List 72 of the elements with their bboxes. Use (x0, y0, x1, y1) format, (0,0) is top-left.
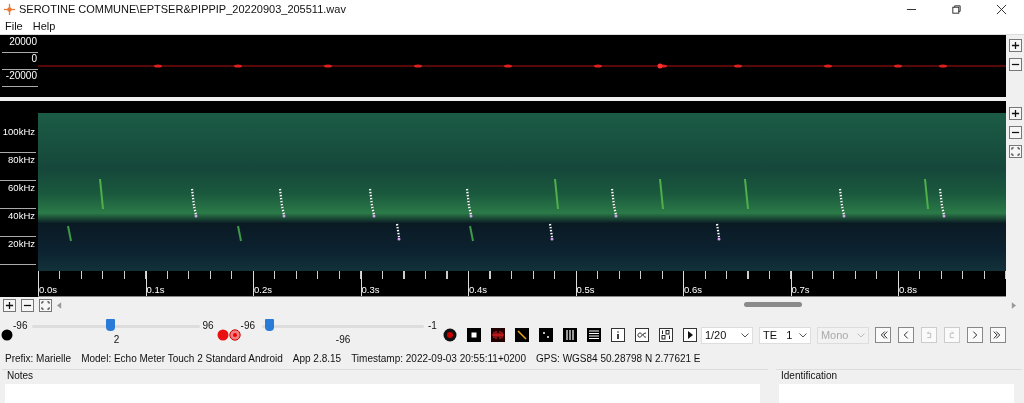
caret-icon (798, 332, 807, 338)
plus-icon (1010, 109, 1020, 118)
metadata-text: Timestamp: 2022-09-03 20:55:11+0200 (351, 352, 526, 364)
curve-icon[interactable] (634, 328, 649, 342)
scrollbar-thumb[interactable] (743, 302, 802, 307)
frequency-label: 80kHz (0, 153, 36, 181)
caret-icon (856, 332, 865, 338)
zoom-in-button[interactable] (1008, 107, 1022, 120)
plus-icon (1010, 41, 1020, 50)
plus-icon (5, 300, 14, 310)
metadata-text: App 2.8.15 (292, 352, 342, 364)
slider-max-label: -1 (428, 320, 437, 331)
metadata-text: GPS: WGS84 50.28798 N 2.77621 E (535, 352, 701, 364)
metadata-text: Prefix: Marielle (5, 352, 72, 364)
first-button[interactable] (874, 327, 891, 343)
next-button[interactable] (966, 327, 983, 343)
dropdown[interactable]: 1/20 (700, 326, 753, 344)
group-title: Notes (6, 370, 35, 382)
slider[interactable]: 2 (32, 316, 201, 346)
time-label: 0.6s (684, 284, 702, 295)
caret-icon (740, 332, 749, 338)
zoom-in-button[interactable] (1008, 39, 1022, 52)
slider-min-label: -96 (240, 320, 256, 331)
zoom-out-button[interactable] (1008, 126, 1022, 139)
menu-item[interactable]: Help (32, 20, 56, 32)
frequency-label: 100kHz (0, 125, 36, 153)
info-icon[interactable] (610, 328, 625, 342)
target-icon[interactable] (228, 329, 241, 341)
slider-min-label: -96 (13, 320, 28, 331)
fit-button[interactable] (1008, 145, 1022, 158)
slider-max-label: 96 (202, 320, 214, 331)
horizontal-lines-icon[interactable] (586, 328, 601, 342)
record-icon[interactable] (442, 328, 457, 342)
dropdown[interactable]: TE 1 (758, 326, 811, 344)
close-icon[interactable] (996, 3, 1007, 15)
zoom-out-button[interactable] (21, 298, 34, 312)
diagonal-line-icon[interactable] (514, 328, 529, 342)
zoom-in-button[interactable] (3, 298, 16, 312)
slider[interactable]: -96 (262, 316, 425, 346)
slider-value: 2 (112, 334, 121, 345)
frequency-label: 60kHz (0, 181, 36, 209)
filled-circle-icon[interactable] (1, 329, 13, 341)
time-label: 0.8s (899, 284, 917, 295)
time-label: 0.1s (146, 284, 165, 295)
menu-item[interactable]: File (5, 20, 23, 32)
frequency-label: 40kHz (0, 209, 36, 237)
binary-icon[interactable] (658, 328, 673, 342)
time-label: 0.4s (469, 284, 487, 295)
group-title: Identification (780, 370, 839, 382)
slider-thumb[interactable] (105, 319, 115, 331)
prev-button[interactable] (897, 327, 914, 343)
waveform-icon[interactable] (490, 328, 505, 342)
play-icon[interactable] (682, 328, 697, 342)
frequency-label: 20kHz (0, 237, 36, 265)
stop-icon[interactable] (466, 328, 481, 342)
horizontal-scrollbar[interactable] (57, 299, 1016, 311)
fit-button[interactable] (39, 298, 52, 312)
window-title: SEROTINE COMMUNE\EPTSER&PIPPIP_20220903_205511.wav (19, 3, 346, 15)
time-label: 0.0s (39, 284, 57, 295)
vertical-bars-icon[interactable] (562, 328, 577, 342)
restore-icon[interactable] (951, 3, 962, 15)
time-label: 0.5s (576, 284, 595, 295)
last-button[interactable] (989, 327, 1006, 343)
time-label: 0.3s (361, 284, 380, 295)
metadata-text: Model: Echo Meter Touch 2 Standard Android (81, 352, 283, 364)
slider-value: -96 (334, 334, 352, 345)
time-label: 0.7s (791, 284, 810, 295)
time-label: 0.2s (254, 284, 272, 295)
dots-icon[interactable] (538, 328, 553, 342)
app-logo-icon (4, 3, 15, 15)
slider-thumb[interactable] (265, 319, 275, 331)
zoom-out-button[interactable] (1008, 58, 1022, 71)
